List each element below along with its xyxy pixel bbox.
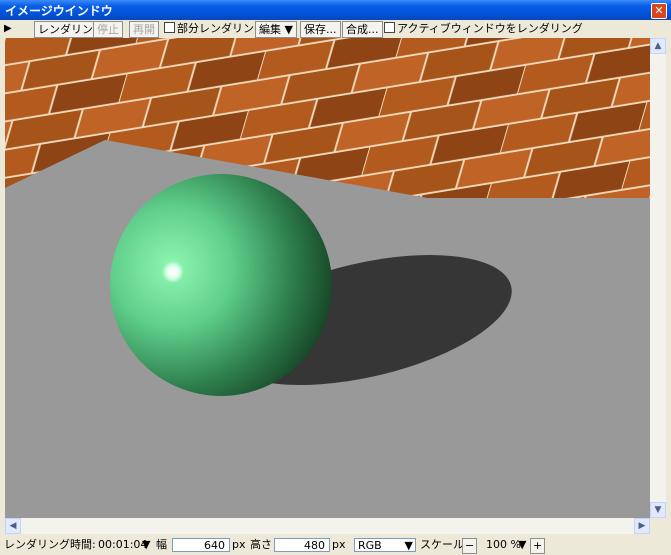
specular-highlight bbox=[162, 261, 184, 283]
vertical-scrollbar[interactable]: ▲ ▼ bbox=[650, 38, 666, 518]
scale-label: スケール bbox=[420, 538, 464, 551]
title-bar: イメージウインドウ ✕ bbox=[0, 0, 671, 20]
save-button[interactable]: 保存... bbox=[300, 21, 341, 38]
width-input[interactable]: 640 bbox=[172, 538, 230, 552]
height-label: 高さ bbox=[250, 538, 272, 551]
render-viewport[interactable] bbox=[5, 38, 650, 518]
render-time-value: 00:01:04 bbox=[98, 538, 148, 551]
render-time-label: レンダリング時間: bbox=[4, 538, 96, 551]
green-sphere bbox=[110, 174, 332, 396]
scroll-left-arrow-icon[interactable]: ◀ bbox=[5, 518, 21, 534]
time-dropdown-icon[interactable]: ▼ bbox=[142, 538, 150, 552]
scale-minus-button[interactable]: − bbox=[462, 538, 478, 554]
scale-dropdown-icon[interactable]: ▼ bbox=[518, 538, 526, 552]
scroll-up-arrow-icon[interactable]: ▲ bbox=[650, 38, 666, 54]
width-unit: px bbox=[232, 538, 246, 551]
composite-button[interactable]: 合成... bbox=[342, 21, 383, 38]
render-active-label: アクティブウィンドウをレンダリング bbox=[397, 22, 583, 35]
scale-plus-button[interactable]: + bbox=[530, 538, 546, 554]
height-input[interactable]: 480 bbox=[274, 538, 330, 552]
stop-button[interactable]: 停止 bbox=[93, 21, 123, 38]
color-mode-select[interactable]: RGB ▼ bbox=[354, 538, 416, 552]
toolbar: ▶ レンダリング 停止 再開 部分レンダリング 編集 ▼ 保存... 合成...… bbox=[0, 20, 671, 38]
scroll-down-arrow-icon[interactable]: ▼ bbox=[650, 502, 666, 518]
scroll-corner bbox=[650, 518, 666, 534]
scroll-right-arrow-icon[interactable]: ▶ bbox=[634, 518, 650, 534]
play-icon[interactable]: ▶ bbox=[4, 21, 12, 36]
color-mode-value: RGB bbox=[358, 539, 382, 552]
partial-render-checkbox[interactable]: 部分レンダリング bbox=[164, 21, 265, 36]
checkbox-icon[interactable] bbox=[164, 22, 175, 33]
partial-render-label: 部分レンダリング bbox=[177, 22, 265, 35]
window-title: イメージウインドウ bbox=[5, 4, 113, 18]
scale-value[interactable]: 100 % bbox=[486, 538, 521, 552]
height-unit: px bbox=[332, 538, 346, 551]
horizontal-scrollbar[interactable]: ◀ ▶ bbox=[5, 518, 650, 534]
render-active-checkbox[interactable]: アクティブウィンドウをレンダリング bbox=[384, 21, 583, 36]
checkbox-icon[interactable] bbox=[384, 22, 395, 33]
resume-button[interactable]: 再開 bbox=[129, 21, 159, 38]
status-bar: レンダリング時間: 00:01:04 ▼ 幅 640 px 高さ 480 px … bbox=[0, 536, 671, 554]
rendered-scene bbox=[5, 38, 650, 518]
edit-dropdown[interactable]: 編集 ▼ bbox=[255, 21, 297, 38]
chevron-down-icon: ▼ bbox=[404, 539, 413, 552]
width-label: 幅 bbox=[156, 538, 167, 551]
close-button[interactable]: ✕ bbox=[651, 3, 667, 19]
